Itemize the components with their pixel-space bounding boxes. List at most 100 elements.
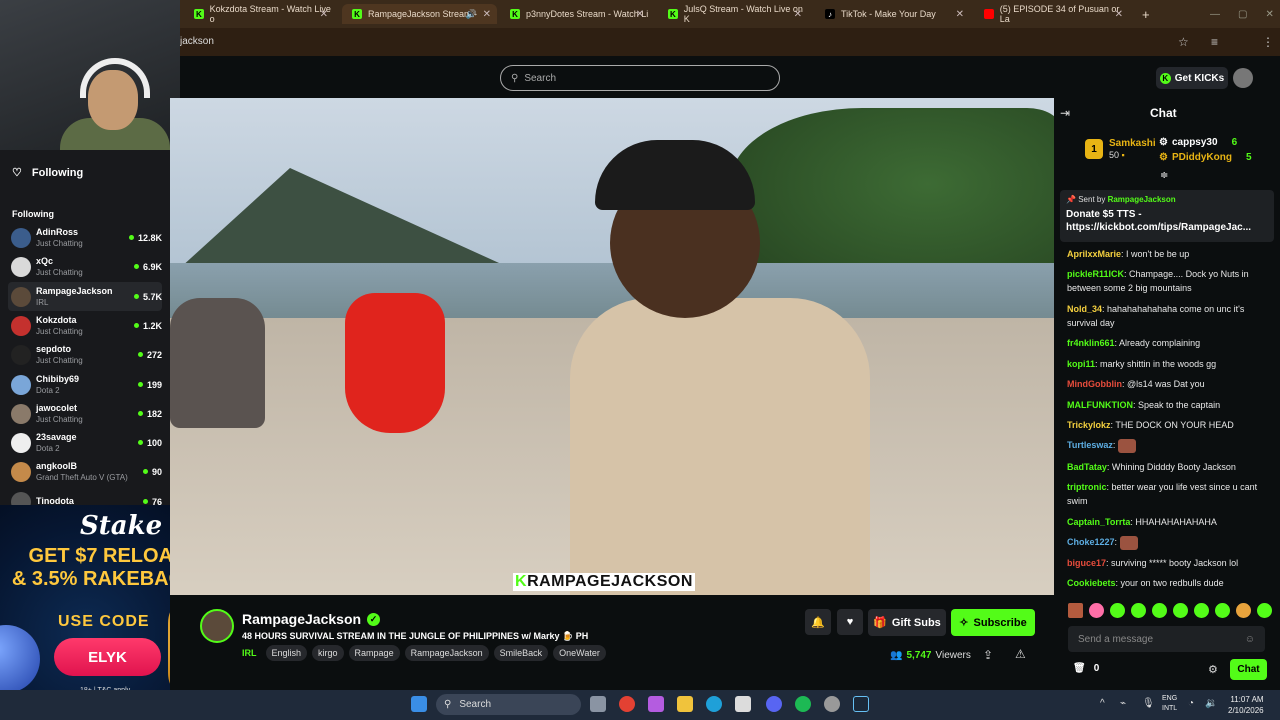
sidebar-channel-chibiby69[interactable]: Chibiby69 Dota 2 199 [8,370,162,399]
expand-leaderboard-icon[interactable]: ≑ [1160,170,1168,181]
stream-tag[interactable]: RampageJackson [404,645,489,661]
chat-username[interactable]: MALFUNKTION [1067,400,1133,410]
close-icon[interactable]: ✕ [320,9,328,20]
stream-tag[interactable]: kirgo [312,645,344,661]
streamer-name[interactable]: RampageJackson ✓ [242,611,381,627]
chat-message-input[interactable]: Send a message ☺ [1068,626,1265,652]
follow-heart-button[interactable]: ♥ [837,609,863,635]
get-kicks-button[interactable]: K Get KICKs [1156,67,1228,89]
emote-icon[interactable] [1236,603,1251,618]
emote-icon[interactable] [1173,603,1188,618]
sidebar-channel-kokzdota[interactable]: Kokzdota Just Chatting 1.2K [8,311,162,340]
microphone-icon[interactable]: 🎙 [1142,698,1155,709]
chrome-icon[interactable] [619,696,635,712]
browser-tab-active[interactable]: K RampageJackson Stream - 🔊 ✕ [342,4,497,24]
share-icon[interactable]: ⇪ [983,648,993,662]
search-input[interactable]: ⚲ Search [500,65,780,91]
chat-username[interactable]: BadTatay [1067,462,1107,472]
network-icon[interactable]: ⌁ [1120,698,1126,709]
browser-tab[interactable]: K Kokzdota Stream - Watch Live o ✕ [184,4,334,24]
input-language[interactable]: ENG INTL [1162,694,1177,714]
wifi-icon[interactable]: ◔ [1188,698,1194,709]
edge-icon[interactable] [706,696,722,712]
close-window-icon[interactable]: ✕ [1265,9,1273,20]
close-icon[interactable]: ✕ [636,9,644,20]
chat-settings-gear-icon[interactable]: ⚙ [1208,663,1218,676]
channel-points[interactable]: 🗑 0 [1073,663,1099,674]
emote-icon[interactable] [1131,603,1146,618]
chat-username[interactable]: AprilxxMarie [1067,249,1121,259]
ad-promo-code-button[interactable]: ELYK [54,638,161,676]
chat-username[interactable]: kopi11 [1067,359,1095,369]
chat-username[interactable]: Captain_Torrta [1067,517,1130,527]
maximize-icon[interactable]: ▢ [1238,9,1247,20]
video-player[interactable]: KRAMPAGEJACKSON [170,98,1054,595]
chat-username[interactable]: fr4nklin661 [1067,338,1115,348]
report-icon[interactable]: ⚠ [1015,647,1026,661]
sidebar-channel-jawocolet[interactable]: jawocolet Just Chatting 182 [8,399,162,428]
chat-send-button[interactable]: Chat [1230,659,1267,680]
close-icon[interactable]: ✕ [956,9,964,20]
pinned-message[interactable]: 📌 Sent by RampageJackson Donate $5 TTS -… [1060,190,1274,242]
browser-tab[interactable]: K JulsQ Stream - Watch Live on K ✕ [658,4,808,24]
sidebar-channel-sepdoto[interactable]: sepdoto Just Chatting 272 [8,340,162,369]
chat-username[interactable]: Turtleswaz [1067,440,1113,450]
close-icon[interactable]: ✕ [1115,9,1123,20]
task-view-icon[interactable] [590,696,606,712]
store-icon[interactable] [735,696,751,712]
taskbar-clock[interactable]: 11:07 AM 2/10/2026 [1228,694,1264,716]
chat-username[interactable]: Cookiebets [1067,578,1116,588]
emote-icon[interactable] [1068,603,1083,618]
gift-subs-button[interactable]: 🎁 Gift Subs [868,609,946,636]
bookmark-star-icon[interactable]: ☆ [1178,35,1189,49]
stream-tag[interactable]: Rampage [348,645,400,661]
new-tab-button[interactable]: + [1132,4,1152,24]
discord-icon[interactable] [766,696,782,712]
spotify-icon[interactable] [795,696,811,712]
browser-tab[interactable]: ♪ TikTok - Make Your Day ✕ [815,4,970,24]
chat-username[interactable]: MindGobblin [1067,379,1122,389]
chat-username[interactable]: triptronic [1067,482,1107,492]
windows-start-icon[interactable] [411,696,427,712]
stream-tag[interactable]: OneWater [553,645,606,661]
browser-tab[interactable]: K p3nnyDotes Stream - Watch Li ✕ [500,4,650,24]
extensions-icon[interactable]: ≡ [1211,35,1218,49]
close-icon[interactable]: ✕ [483,9,491,20]
volume-icon[interactable]: 🔉 [1205,698,1217,709]
emote-icon[interactable] [1152,603,1167,618]
stream-category-link[interactable]: IRL [242,648,257,658]
chat-username[interactable]: Nold_34 [1067,304,1102,314]
steam-icon[interactable] [853,696,869,712]
emoji-icon[interactable]: ☺ [1245,634,1255,645]
emote-icon[interactable] [1194,603,1209,618]
subscribe-button[interactable]: ✧ Subscribe [951,609,1035,636]
url-field[interactable]: jackson [180,36,214,47]
emote-icon[interactable] [1089,603,1104,618]
speaker-icon[interactable]: 🔊 [466,9,477,20]
copilot-icon[interactable] [648,696,664,712]
chat-username[interactable]: Trickylokz [1067,420,1111,430]
close-icon[interactable]: ✕ [794,9,802,20]
sidebar-channel-adinross[interactable]: AdinRoss Just Chatting 12.8K [8,223,162,252]
emote-icon[interactable] [1215,603,1230,618]
chat-username[interactable]: Choke1227 [1067,537,1115,547]
minimize-icon[interactable]: — [1210,9,1220,20]
gifter-leaderboard-second[interactable]: ⚙ cappsy30 6 [1159,137,1237,148]
browser-tab[interactable]: (5) EPISODE 34 of Pusuan or La ✕ [974,4,1129,24]
emote-icon[interactable] [1257,603,1272,618]
chat-username[interactable]: pickleR11ICK [1067,269,1124,279]
sidebar-channel-angkoolb[interactable]: angkoolB Grand Theft Auto V (GTA) 90 [8,457,162,486]
sidebar-channel-23savage[interactable]: 23savage Dota 2 100 [8,428,162,457]
collapse-chat-icon[interactable]: ⇥ [1060,106,1070,120]
gifter-leaderboard-first[interactable]: 1 Samkashi 50 ▪ [1085,138,1156,160]
menu-dots-icon[interactable]: ⋮ [1262,35,1274,49]
sidebar-channel-xqc[interactable]: xQc Just Chatting 6.9K [8,252,162,281]
file-explorer-icon[interactable] [677,696,693,712]
app-icon[interactable] [824,696,840,712]
notification-bell-button[interactable]: 🔔 [805,609,831,635]
taskbar-search[interactable]: ⚲ Search [436,694,581,715]
stream-tag[interactable]: English [265,645,308,661]
emote-icon[interactable] [1110,603,1125,618]
streamer-avatar[interactable] [200,609,234,643]
sidebar-channel-rampagejackson[interactable]: RampageJackson IRL 5.7K [8,282,162,311]
